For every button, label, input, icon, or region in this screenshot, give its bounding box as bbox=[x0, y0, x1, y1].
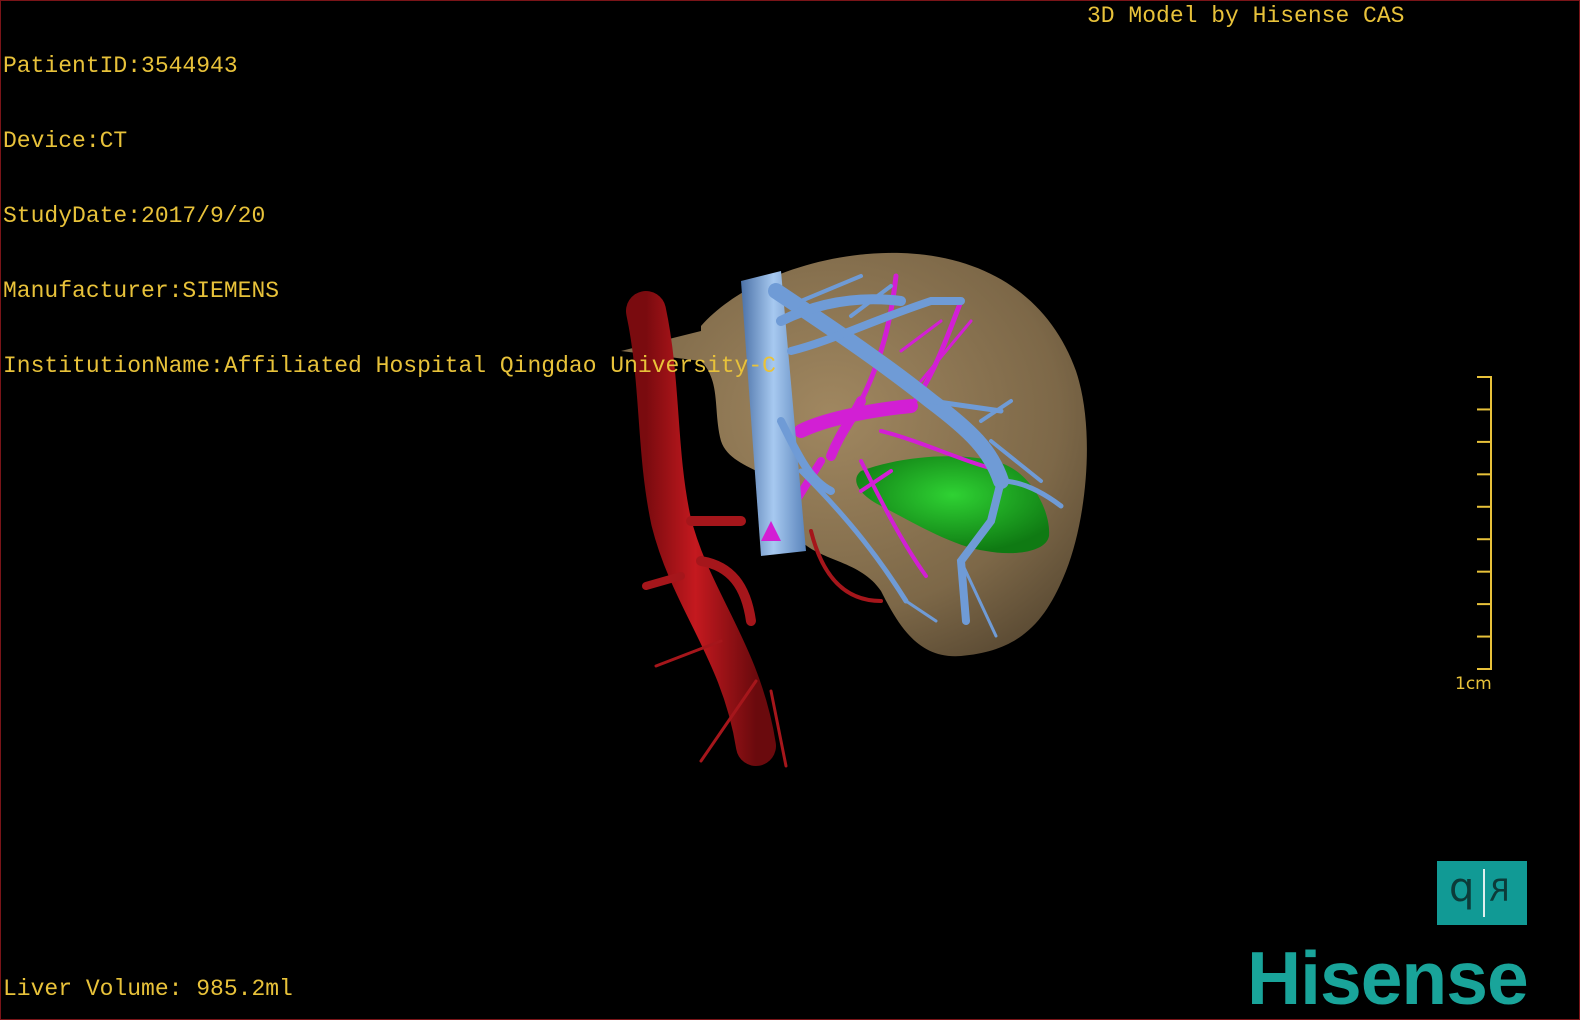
scale-bar bbox=[1477, 376, 1492, 670]
liver-volume: Liver Volume: 985.2ml bbox=[3, 976, 293, 1002]
3d-render-viewport[interactable]: PatientID:3544943 Device:CT StudyDate:20… bbox=[0, 0, 1580, 1020]
device: Device:CT bbox=[3, 128, 128, 154]
orientation-right-glyph: R bbox=[1489, 874, 1510, 909]
study-date: StudyDate:2017/9/20 bbox=[3, 203, 266, 229]
dicom-info-overlay: PatientID:3544943 Device:CT StudyDate:20… bbox=[3, 4, 776, 429]
orientation-divider bbox=[1483, 869, 1485, 917]
model-credit: 3D Model by Hisense CAS bbox=[1087, 3, 1405, 29]
orientation-left-glyph: d bbox=[1449, 869, 1475, 915]
scale-label: 1cm bbox=[1455, 674, 1492, 694]
manufacturer: Manufacturer:SIEMENS bbox=[3, 278, 280, 304]
orientation-cube[interactable]: d R bbox=[1437, 861, 1527, 925]
hisense-logo: Hisense bbox=[1247, 936, 1529, 1020]
institution-name: InstitutionName:Affiliated Hospital Qing… bbox=[3, 353, 776, 379]
patient-id: PatientID:3544943 bbox=[3, 53, 238, 79]
